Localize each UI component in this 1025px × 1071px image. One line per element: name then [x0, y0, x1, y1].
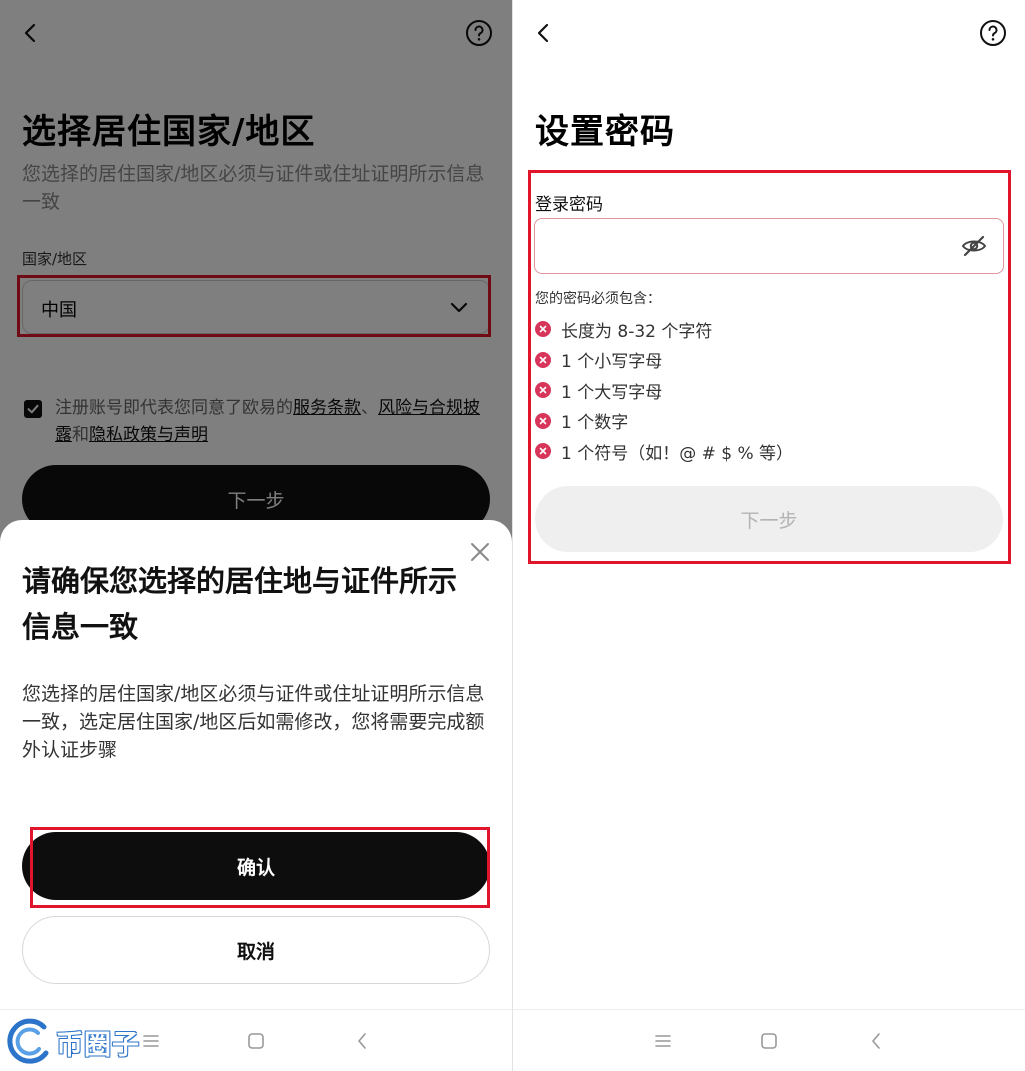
rule-text: 长度为 8-32 个字符 [561, 321, 713, 342]
home-icon[interactable] [245, 1030, 267, 1052]
left-screen: 选择居住国家/地区 您选择的居住国家/地区必须与证件或住址证明所示信息一致 国家… [0, 0, 512, 1071]
eye-off-icon[interactable] [961, 234, 987, 258]
list-item: 1 个符号（如！@ # $ % 等） [535, 436, 1005, 467]
confirm-button[interactable]: 确认 [22, 832, 490, 900]
list-item: 1 个数字 [535, 406, 1005, 437]
cancel-button[interactable]: 取消 [22, 916, 490, 984]
x-circle-icon [535, 443, 551, 460]
system-nav-bar [513, 1009, 1025, 1071]
watermark-text: 币圈子 [56, 1030, 140, 1061]
right-screen: 设置密码 登录密码 您的密码必须包含： 长度为 8-32 个字符 1 个小写字母… [512, 0, 1025, 1071]
home-icon[interactable] [758, 1030, 780, 1052]
confirm-bottom-sheet: 请确保您选择的居住地与证件所示信息一致 您选择的居住国家/地区必须与证件或住址证… [0, 520, 512, 1071]
sheet-title: 请确保您选择的居住地与证件所示信息一致 [22, 564, 458, 644]
x-circle-icon [535, 412, 551, 429]
password-field-label: 登录密码 [535, 195, 603, 215]
rule-text: 1 个大写字母 [561, 382, 663, 403]
watermark-logo-icon [4, 1017, 54, 1067]
sheet-body: 您选择的居住国家/地区必须与证件或住址证明所示信息一致，选定居住国家/地区后如需… [22, 683, 485, 761]
password-rules-list: 长度为 8-32 个字符 1 个小写字母 1 个大写字母 1 个数字 1 个符号… [535, 314, 1005, 467]
password-requirements-hint: 您的密码必须包含： [535, 291, 661, 307]
help-icon[interactable] [978, 18, 1008, 48]
x-circle-icon [535, 382, 551, 399]
close-icon[interactable] [468, 540, 492, 564]
rule-text: 1 个数字 [561, 413, 629, 434]
nav-back-icon[interactable] [866, 1030, 888, 1052]
page-title: 设置密码 [535, 112, 675, 152]
next-button-disabled[interactable]: 下一步 [535, 486, 1003, 552]
password-field [534, 218, 1004, 274]
list-item: 1 个小写字母 [535, 345, 1005, 376]
nav-back-icon[interactable] [352, 1030, 374, 1052]
watermark: 币圈子 [4, 1015, 164, 1069]
list-item: 1 个大写字母 [535, 375, 1005, 406]
menu-icon[interactable] [652, 1030, 674, 1052]
x-circle-icon [535, 321, 551, 338]
password-input[interactable] [535, 219, 955, 273]
rule-text: 1 个符号（如！@ # $ % 等） [561, 443, 794, 464]
back-icon[interactable] [529, 18, 559, 48]
x-circle-icon [535, 351, 551, 368]
list-item: 长度为 8-32 个字符 [535, 314, 1005, 345]
rule-text: 1 个小写字母 [561, 352, 663, 373]
